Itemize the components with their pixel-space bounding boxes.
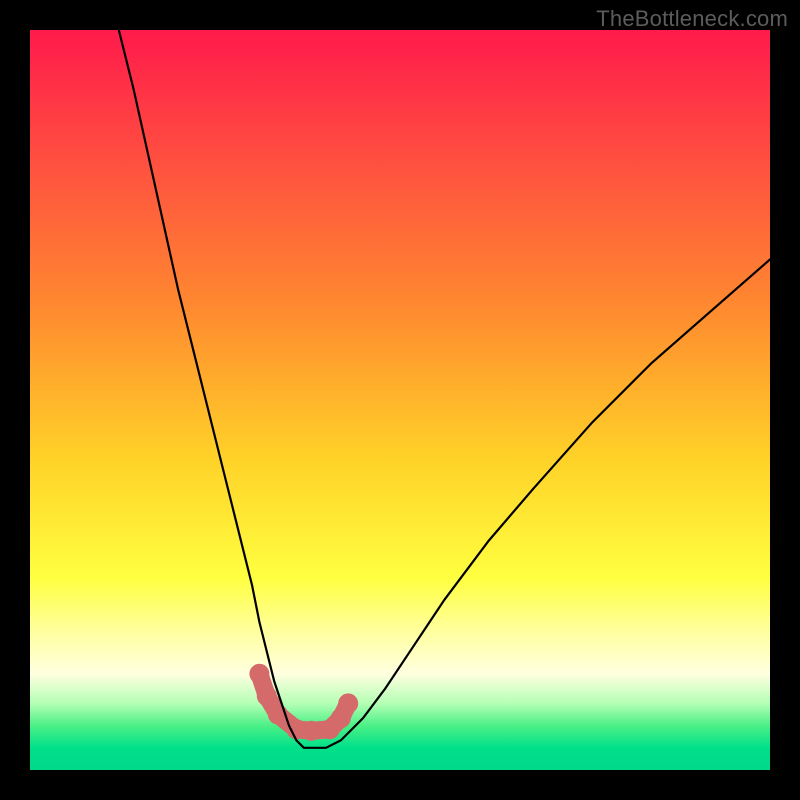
chart-plot-area xyxy=(30,30,770,770)
marker-group xyxy=(249,664,358,741)
marker-dot xyxy=(338,693,358,713)
watermark-text: TheBottleneck.com xyxy=(596,6,788,32)
marker-dot xyxy=(249,664,269,684)
marker-dot xyxy=(301,721,321,741)
chart-svg xyxy=(30,30,770,770)
bottleneck-curve xyxy=(119,30,770,748)
chart-frame: TheBottleneck.com xyxy=(0,0,800,800)
marker-dot xyxy=(257,686,277,706)
